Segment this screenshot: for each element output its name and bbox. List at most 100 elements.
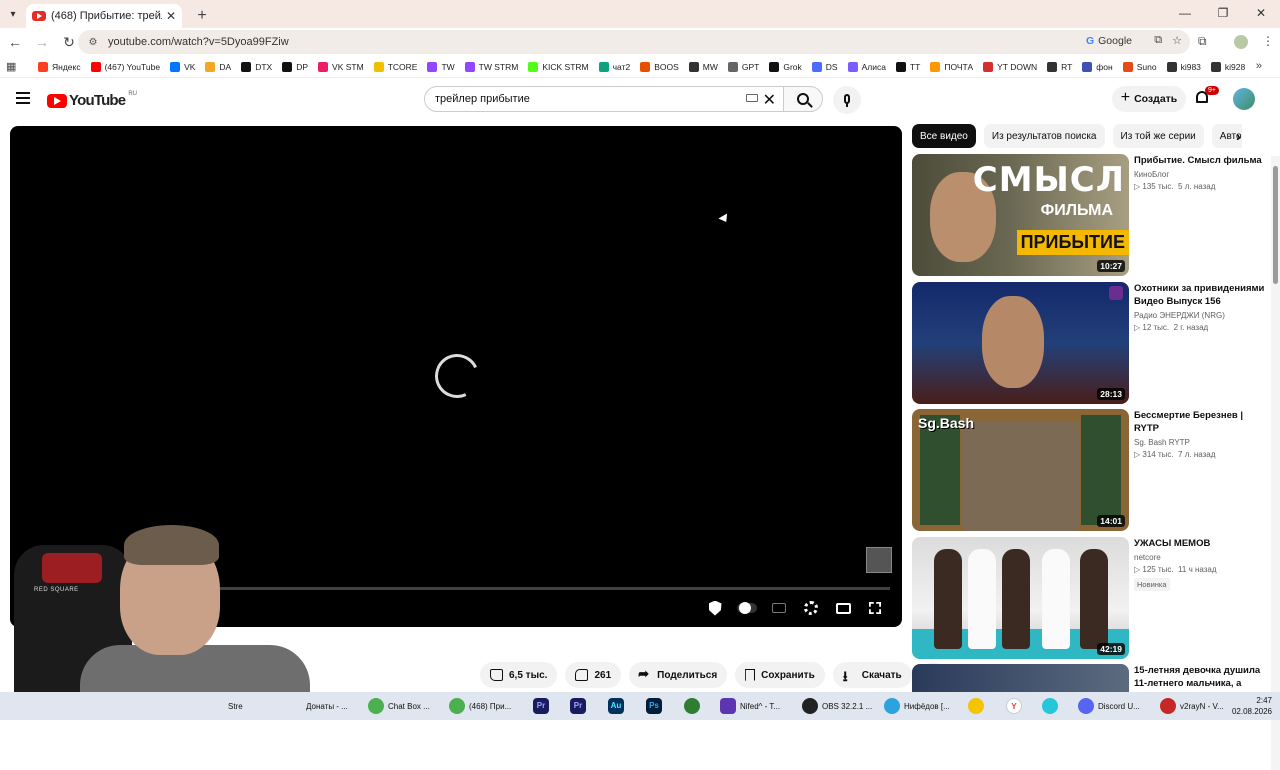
scrollbar-thumb[interactable] xyxy=(1273,166,1278,284)
app-circle-icon[interactable] xyxy=(1042,696,1058,716)
clear-search-icon[interactable]: ✕ xyxy=(763,90,776,110)
bookmark-item[interactable]: Grok xyxy=(769,61,802,72)
related-video[interactable]: 42:19 УЖАСЫ МЕМОВ netcore ▷ 125 тыс. 11 … xyxy=(912,536,1270,660)
related-video[interactable]: СМЫСЛ ФИЛЬМА ПРИБЫТИЕ 10:27 Прибытие. См… xyxy=(912,154,1270,277)
theater-mode-icon[interactable] xyxy=(834,600,852,616)
audition-icon[interactable]: Au xyxy=(608,696,624,716)
bookmark-item[interactable]: TCORE xyxy=(373,61,417,72)
bookmark-item[interactable]: TW xyxy=(427,61,455,72)
profile-avatar-icon[interactable] xyxy=(1234,35,1248,49)
page-scrollbar[interactable] xyxy=(1271,156,1280,770)
bookmark-item[interactable]: MW xyxy=(688,61,718,72)
bookmark-item[interactable]: ПОЧТА xyxy=(930,61,973,72)
bookmark-item[interactable]: KICK STRM xyxy=(528,61,589,72)
dislike-button[interactable]: 261 xyxy=(565,662,622,688)
search-input[interactable]: трейлер прибытие ✕ xyxy=(424,86,785,112)
tab-close-icon[interactable]: ✕ xyxy=(166,9,176,23)
system-clock[interactable]: 2:47 02.08.2026 xyxy=(1232,695,1272,717)
new-tab-button[interactable]: + xyxy=(190,4,214,28)
globe-icon[interactable] xyxy=(684,696,700,716)
bookmark-star-icon[interactable]: ☆ xyxy=(1172,34,1182,47)
bookmark-item[interactable]: DA xyxy=(205,61,231,72)
related-video[interactable]: Sg.Bash 14:01 Бессмертие Березнев | RYTP… xyxy=(912,409,1270,532)
keyboard-icon[interactable] xyxy=(746,94,758,102)
related-video[interactable]: 28:13 Охотники за привидениями Видео Вып… xyxy=(912,281,1270,405)
search-button[interactable] xyxy=(783,86,823,112)
bookmark-item[interactable]: GPT xyxy=(727,61,759,72)
voice-search-button[interactable] xyxy=(833,86,861,114)
extensions-icon[interactable]: ⧉ xyxy=(1198,34,1207,49)
taskbar-item[interactable]: Discord U... xyxy=(1078,696,1140,716)
youtube-logo[interactable]: YouTube RU xyxy=(47,91,137,109)
video-thumbnail[interactable]: 42:19 xyxy=(912,536,1129,659)
bookmark-item[interactable]: DP xyxy=(282,61,308,72)
taskbar-item[interactable]: Stre xyxy=(228,696,243,716)
bookmark-item[interactable]: Яндекс xyxy=(38,61,81,72)
bookmark-item[interactable]: VK xyxy=(170,61,195,72)
video-title[interactable]: УЖАСЫ МЕМОВ xyxy=(1134,537,1268,550)
notifications-button[interactable]: 9+ xyxy=(1196,86,1219,105)
autoplay-toggle[interactable] xyxy=(736,600,758,616)
bookmark-item[interactable]: Алиса xyxy=(847,61,886,72)
site-info-icon[interactable]: ⚙ xyxy=(86,35,100,49)
share-button[interactable]: Поделиться xyxy=(629,662,728,688)
channel-watermark[interactable] xyxy=(866,547,892,573)
bookmark-item[interactable]: VK STM xyxy=(318,61,364,72)
bookmark-item[interactable]: DTX xyxy=(241,61,272,72)
taskbar-item[interactable]: OBS 32.2.1 ... xyxy=(802,696,872,716)
taskbar-item[interactable]: v2rayN - V... xyxy=(1160,696,1224,716)
taskbar-item[interactable]: (468) При... xyxy=(449,696,511,716)
browser-menu-icon[interactable]: ⋮ xyxy=(1262,34,1274,48)
yandex-browser-icon[interactable]: Y xyxy=(1006,696,1022,716)
bookmark-item[interactable]: YT DOWN xyxy=(983,61,1037,72)
chip-same-series[interactable]: Из той же серии xyxy=(1112,124,1204,148)
google-lens-chip[interactable]: G Google xyxy=(1086,35,1132,47)
video-title[interactable]: 15-летняя девочка душила 11-летнего маль… xyxy=(1134,664,1268,690)
minimize-icon[interactable]: — xyxy=(1166,0,1204,26)
bookmark-item[interactable]: DS xyxy=(811,61,838,72)
taskbar-item[interactable]: Нифёдов [... xyxy=(884,696,950,716)
like-button[interactable]: 6,5 тыс. xyxy=(480,662,558,688)
taskbar-item[interactable]: Донаты - ... xyxy=(306,696,348,716)
video-thumbnail[interactable]: Sg.Bash 14:01 xyxy=(912,409,1129,531)
chip-from-search[interactable]: Из результатов поиска xyxy=(983,124,1105,148)
channel-name[interactable]: netcore xyxy=(1134,553,1268,562)
bookmark-item[interactable]: Suno xyxy=(1122,61,1157,72)
account-avatar[interactable] xyxy=(1233,88,1255,110)
video-title[interactable]: Бессмертие Березнев | RYTP xyxy=(1134,409,1268,435)
channel-name[interactable]: КиноБлог xyxy=(1134,170,1268,179)
warning-app-icon[interactable] xyxy=(968,696,984,716)
save-button[interactable]: Сохранить xyxy=(735,662,825,688)
close-window-icon[interactable]: ✕ xyxy=(1242,0,1280,26)
chevron-right-icon[interactable]: › xyxy=(1236,128,1241,144)
bookmark-item[interactable]: чат2 xyxy=(598,61,630,72)
fullscreen-icon[interactable] xyxy=(866,600,884,616)
bookmark-item[interactable]: RT xyxy=(1047,61,1072,72)
premiere-icon[interactable]: Pr xyxy=(533,696,549,716)
bookmark-item[interactable]: ki928 xyxy=(1210,61,1245,72)
channel-name[interactable]: Радио ЭНЕРДЖИ (NRG) xyxy=(1134,311,1268,320)
subtitles-icon[interactable] xyxy=(770,600,788,616)
create-button[interactable]: + Создать xyxy=(1112,86,1186,112)
install-app-icon[interactable]: ⧉ xyxy=(1154,34,1162,47)
channel-name[interactable]: Sg. Bash RYTP xyxy=(1134,438,1268,447)
bookmark-item[interactable]: TT xyxy=(895,61,920,72)
chip-all[interactable]: Все видео xyxy=(912,124,976,148)
menu-icon[interactable] xyxy=(16,92,30,104)
video-thumbnail[interactable]: 28:13 xyxy=(912,281,1129,404)
taskbar-item[interactable]: Chat Box ... xyxy=(368,696,430,716)
browser-tab-active[interactable]: (468) Прибытие: трейлер - You ✕ xyxy=(26,4,182,28)
url-bar[interactable]: ⚙ youtube.com/watch?v=5Dyoa99FZiw G Googl… xyxy=(78,30,1190,54)
related-video[interactable]: 15-летняя девочка душила 11-летнего маль… xyxy=(912,664,1270,692)
more-bookmarks-icon[interactable]: » xyxy=(1256,60,1262,72)
tab-search-icon[interactable]: ▾ xyxy=(0,0,26,28)
bookmark-item[interactable]: TW STRM xyxy=(464,61,518,72)
bookmark-item[interactable]: (467) YouTube xyxy=(90,61,160,72)
bookmark-item[interactable]: ki983 xyxy=(1166,61,1201,72)
video-thumbnail[interactable]: СМЫСЛ ФИЛЬМА ПРИБЫТИЕ 10:27 xyxy=(912,154,1129,276)
forward-icon[interactable]: → xyxy=(30,30,54,54)
back-icon[interactable]: ← xyxy=(3,30,27,54)
photoshop-icon[interactable]: Ps xyxy=(646,696,662,716)
apps-grid-icon[interactable]: ▦ xyxy=(6,60,24,73)
video-title[interactable]: Прибытие. Смысл фильма xyxy=(1134,154,1268,167)
